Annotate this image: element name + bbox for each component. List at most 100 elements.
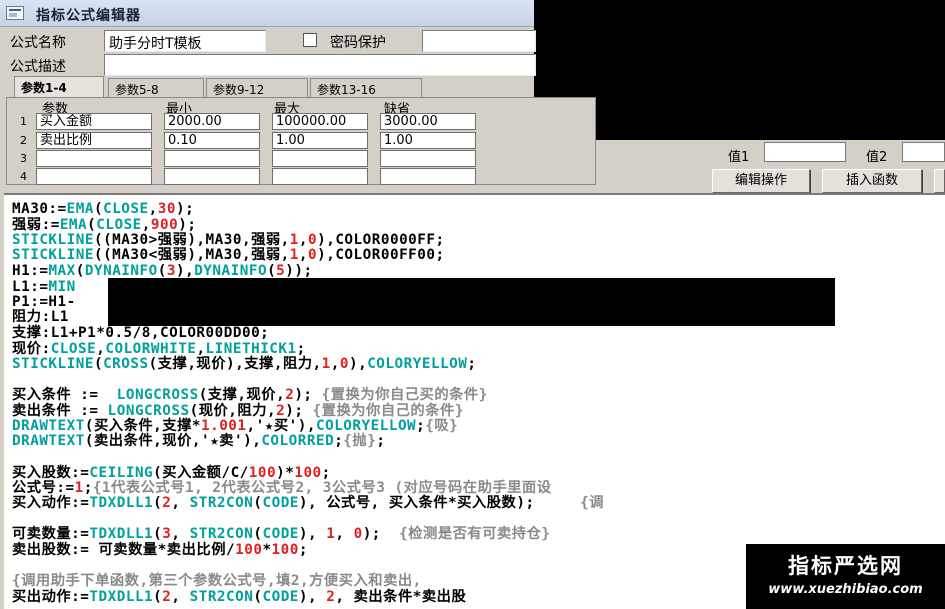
code-token: ;	[298, 542, 308, 558]
param-min-cell[interactable]	[164, 150, 260, 167]
code-token: ));	[285, 263, 313, 279]
formula-name-input[interactable]: 助手分时T模板	[104, 30, 266, 52]
param-min-cell[interactable]: 2000.00	[164, 113, 260, 130]
tab-params-1-4[interactable]: 参数1-4	[14, 76, 104, 98]
code-line: STICKLINE(CROSS(支撑,现价),支撑,阻力,1,0),COLORY…	[12, 356, 477, 372]
formula-editor-window: 指标公式编辑器 公式名称 助手分时T模板 密码保护 公式描述 参数1-4 参数5…	[0, 0, 945, 609]
code-token: (	[157, 263, 167, 279]
code-token: EMA	[59, 217, 88, 233]
code-token: ), 公式号, 买入条件*买入股数);	[298, 495, 581, 511]
code-token: (	[153, 589, 163, 605]
code-token: ,	[298, 232, 308, 248]
param-min-cell[interactable]: 0.10	[164, 132, 260, 149]
password-checkbox[interactable]	[303, 33, 317, 47]
row-number: 2	[20, 134, 27, 147]
code-token: COLORRED	[261, 433, 335, 449]
code-token: STICKLINE	[12, 356, 94, 372]
code-line: 阻力:L1	[12, 309, 69, 325]
code-token: ),	[175, 263, 195, 279]
formula-desc-input[interactable]	[104, 54, 536, 76]
code-token: (	[87, 217, 97, 233]
code-token: (现价,阻力,	[189, 403, 277, 419]
code-token: (	[93, 356, 104, 372]
code-line: 买入动作:=TDXDLL1(2, STR2CON(CODE), 公式号, 买入条…	[12, 495, 604, 511]
code-token: )*	[276, 465, 295, 481]
more-button[interactable]	[934, 169, 945, 193]
tab-params-5-8[interactable]: 参数5-8	[108, 78, 204, 98]
code-token: (卖出条件,现价,'★卖'),	[84, 433, 262, 449]
param-max-cell[interactable]: 1.00	[272, 132, 368, 149]
code-token: {抛}	[343, 433, 377, 449]
param-name-cell[interactable]: 卖出比例	[36, 132, 152, 149]
code-token: ,'★买'),	[246, 418, 316, 434]
param-min-cell[interactable]	[164, 168, 260, 185]
tab-params-13-16[interactable]: 参数13-16	[310, 78, 422, 98]
code-token: STICKLINE	[12, 247, 94, 263]
code-token: CEILING	[89, 465, 154, 481]
redaction-block-middle	[108, 278, 835, 326]
code-token: 买入动作:=	[12, 495, 90, 511]
code-token: CODE	[262, 495, 299, 511]
code-token: EMA	[66, 201, 94, 217]
code-token: ,	[148, 201, 158, 217]
code-token: (	[75, 263, 85, 279]
param-max-cell[interactable]	[272, 150, 368, 167]
code-token: ;	[321, 465, 331, 481]
code-line: 可卖数量:=TDXDLL1(3, STR2CON(CODE), 1, 0); {…	[12, 526, 551, 542]
code-token: 30	[157, 201, 176, 217]
password-input[interactable]	[422, 30, 536, 52]
code-token: ),	[298, 589, 327, 605]
value1-input[interactable]	[764, 142, 846, 162]
code-token: COLORYELLOW	[315, 418, 417, 434]
code-token: );	[362, 526, 400, 542]
code-line: STICKLINE((MA30<强弱),MA30,强弱,1,0),COLOR00…	[12, 247, 445, 263]
code-token: P1:=H1-	[12, 294, 76, 310]
param-name-cell[interactable]	[36, 168, 152, 185]
code-token: CROSS	[103, 356, 149, 372]
code-token: ((MA30>强弱),MA30,强弱,	[93, 232, 290, 248]
param-default-cell[interactable]: 3000.00	[380, 113, 476, 130]
code-token: STICKLINE	[12, 232, 94, 248]
param-max-cell[interactable]: 100000.00	[272, 113, 368, 130]
value2-input[interactable]	[902, 142, 945, 162]
code-token: ),	[298, 526, 327, 542]
param-default-cell[interactable]: 1.00	[380, 132, 476, 149]
code-line: 支撑:L1+P1*0.5/8,COLOR00DD00;	[12, 325, 269, 341]
code-token: (	[267, 263, 277, 279]
code-token: *	[262, 542, 272, 558]
code-token: TDXDLL1	[89, 526, 154, 542]
row-number: 1	[20, 115, 27, 128]
code-token: STR2CON	[189, 589, 254, 605]
param-max-cell[interactable]	[272, 168, 368, 185]
watermark-url: www.xuezhibiao.com	[768, 582, 923, 597]
code-line: H1:=MAX(DYNAINFO(3),DYNAINFO(5));	[12, 263, 313, 279]
edit-operation-button[interactable]: 编辑操作	[712, 169, 810, 193]
code-token: 买出动作:=	[12, 589, 90, 605]
code-line: MA30:=EMA(CLOSE,30);	[12, 201, 194, 217]
code-token: 3	[166, 263, 176, 279]
code-token: ;	[376, 433, 386, 449]
param-name-cell[interactable]: 买入金额	[36, 113, 152, 130]
code-token: (	[93, 201, 104, 217]
code-token: ,	[171, 589, 190, 605]
code-token: LONGCROSS	[107, 403, 190, 419]
code-token: {置换为你自己的条件}	[312, 403, 464, 419]
param-default-cell[interactable]	[380, 168, 476, 185]
tab-params-9-12[interactable]: 参数9-12	[206, 78, 308, 98]
formula-desc-label: 公式描述	[10, 59, 66, 75]
password-label: 密码保护	[330, 35, 386, 51]
code-token: );	[285, 403, 313, 419]
param-name-cell[interactable]	[36, 150, 152, 167]
watermark: 指标严选网 www.xuezhibiao.com	[746, 544, 945, 609]
code-line: STICKLINE((MA30>强弱),MA30,强弱,1,0),COLOR00…	[12, 232, 445, 248]
code-token: {1代表公式号1, 2代表公式号2, 3公式号3 (对应号码在助手里面设	[92, 480, 552, 496]
code-line: 强弱:=EMA(CLOSE,900);	[12, 217, 196, 233]
insert-function-button[interactable]: 插入函数	[822, 169, 922, 193]
param-default-cell[interactable]	[380, 150, 476, 167]
code-token: CODE	[262, 526, 299, 542]
code-token: CODE	[262, 589, 299, 605]
value2-label: 值2	[866, 150, 888, 165]
code-token: TDXDLL1	[89, 589, 154, 605]
code-token: ((MA30<强弱),MA30,强弱,	[93, 247, 290, 263]
code-token: 强弱:=	[12, 217, 60, 233]
